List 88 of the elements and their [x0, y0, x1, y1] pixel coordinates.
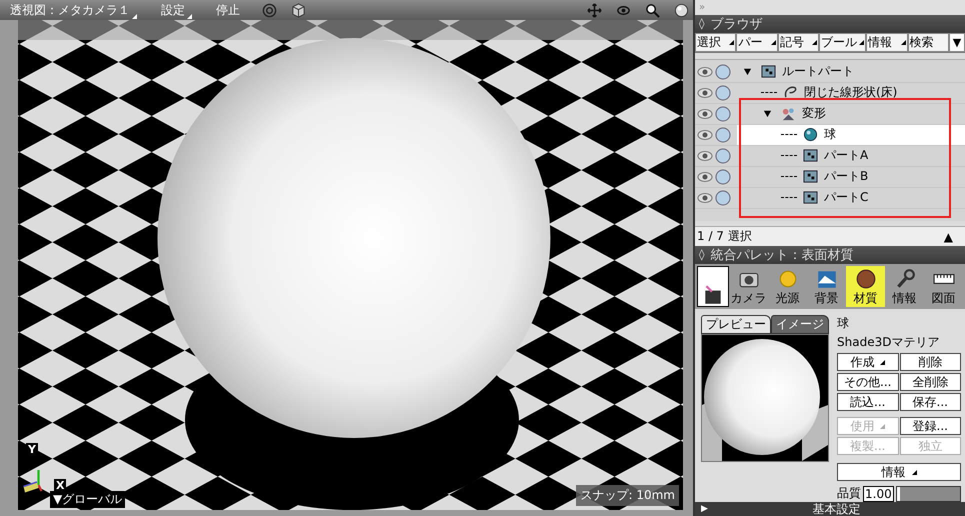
- material-button[interactable]: 登録...: [900, 417, 961, 435]
- circle-icon[interactable]: [715, 106, 731, 122]
- palette-tab[interactable]: [697, 266, 729, 307]
- eye-icon[interactable]: [697, 192, 713, 204]
- folder-icon: [803, 190, 818, 206]
- browser-tab[interactable]: パー: [736, 32, 778, 52]
- tree-row[interactable]: 閉じた線形状(床): [695, 82, 965, 104]
- material-button[interactable]: 読込...: [837, 393, 898, 411]
- browser-tab[interactable]: 選択: [695, 32, 736, 52]
- browser-tab[interactable]: 記号: [778, 32, 820, 52]
- selection-count: 1 / 7 選択: [697, 228, 752, 245]
- figures-icon: [781, 106, 796, 122]
- target-icon[interactable]: [262, 2, 277, 18]
- section-title: 基本設定: [811, 500, 862, 516]
- object-name: 球: [837, 315, 850, 332]
- browser-tab[interactable]: 検索: [908, 32, 950, 52]
- material-button[interactable]: 削除: [900, 353, 961, 371]
- eye-icon[interactable]: [697, 150, 713, 162]
- material-button[interactable]: 全削除: [900, 373, 961, 391]
- tree-row[interactable]: パートB: [695, 166, 965, 188]
- ball-icon: [854, 268, 876, 290]
- material-button[interactable]: 作成: [837, 353, 898, 371]
- palette-tab[interactable]: 背景: [807, 266, 846, 307]
- quality-field[interactable]: 1.00: [863, 486, 894, 502]
- circle-icon[interactable]: [715, 64, 731, 80]
- diamond-icon: ◊: [699, 248, 704, 262]
- coordinate-system-menu[interactable]: ▼グローバル: [50, 491, 126, 508]
- panel-title: ブラウザ: [710, 16, 762, 33]
- expand-arrow: ▶: [701, 504, 708, 514]
- eye-icon[interactable]: [697, 66, 713, 78]
- palette-tab[interactable]: 情報: [885, 266, 924, 307]
- info-button[interactable]: 情報: [837, 463, 961, 481]
- preview-tab[interactable]: プレビュー: [701, 315, 771, 334]
- circle-icon[interactable]: [715, 168, 731, 185]
- sphere-icon: [803, 127, 818, 142]
- preview-tab[interactable]: イメージ: [771, 315, 829, 334]
- expand-button[interactable]: ▲: [938, 230, 959, 244]
- circle-icon[interactable]: [715, 190, 731, 206]
- circle-icon[interactable]: [715, 148, 731, 164]
- tree-row[interactable]: パートA: [695, 146, 965, 167]
- expand-arrow-icon[interactable]: [763, 109, 772, 118]
- eye-icon[interactable]: [697, 86, 713, 99]
- move-icon[interactable]: [587, 2, 602, 18]
- eye-icon[interactable]: [697, 108, 713, 120]
- palette-tab[interactable]: 材質: [846, 266, 885, 307]
- cube-icon[interactable]: [291, 2, 306, 18]
- palette-tab[interactable]: 図面: [924, 266, 963, 307]
- tree-item-label: パートC: [824, 189, 868, 206]
- tree-item-label: パートA: [824, 147, 868, 164]
- panel-title: 統合パレット：表面材質: [710, 246, 854, 264]
- tree-row[interactable]: 球: [695, 124, 965, 146]
- tree-item-label: 球: [824, 126, 836, 144]
- folder-icon: [803, 148, 818, 164]
- tree-item-label: 閉じた線形状(床): [804, 84, 898, 102]
- palette-tab[interactable]: 光源: [768, 266, 807, 307]
- snap-indicator: スナップ: 10mm: [576, 485, 679, 506]
- tree-item-label: パートB: [824, 168, 868, 186]
- toolbar-menu[interactable]: 停止: [214, 2, 248, 18]
- browser-tab[interactable]: 情報: [866, 32, 908, 52]
- eye-icon[interactable]: [697, 128, 713, 141]
- expand-arrow-icon[interactable]: [743, 67, 752, 76]
- material-button[interactable]: 保存...: [900, 393, 961, 411]
- sphere-icon[interactable]: [674, 2, 689, 18]
- folder-icon: [803, 169, 818, 184]
- quality-slider[interactable]: [896, 486, 961, 502]
- diamond-icon: ◊: [699, 17, 704, 30]
- material-button[interactable]: その他...: [837, 373, 898, 391]
- caret-icon: [880, 360, 886, 364]
- axis-label: X: [54, 479, 66, 492]
- tree-item-label: ルートパート: [782, 63, 854, 80]
- section-header[interactable]: ▶ 基本設定: [695, 502, 965, 516]
- tree-item-label: 変形: [802, 105, 826, 122]
- palette-tab[interactable]: カメラ: [729, 266, 768, 307]
- curve-icon: [783, 85, 798, 100]
- material-type: Shade3Dマテリア: [837, 334, 940, 351]
- circle-icon[interactable]: [715, 126, 731, 143]
- tree-row[interactable]: パートC: [695, 188, 965, 209]
- eye-icon[interactable]: [697, 170, 713, 183]
- quality-label: 品質: [837, 485, 861, 502]
- caret-icon: [912, 470, 916, 474]
- zoom-icon[interactable]: [645, 2, 660, 18]
- caret-icon: [880, 424, 886, 428]
- axis-label: Y: [26, 443, 38, 456]
- tree-row[interactable]: ルートパート: [695, 62, 965, 83]
- folder-icon: [761, 64, 776, 80]
- circle-icon[interactable]: [715, 84, 731, 101]
- browser-tab[interactable]: ブール: [819, 32, 866, 52]
- menu-button[interactable]: ▼: [949, 32, 965, 52]
